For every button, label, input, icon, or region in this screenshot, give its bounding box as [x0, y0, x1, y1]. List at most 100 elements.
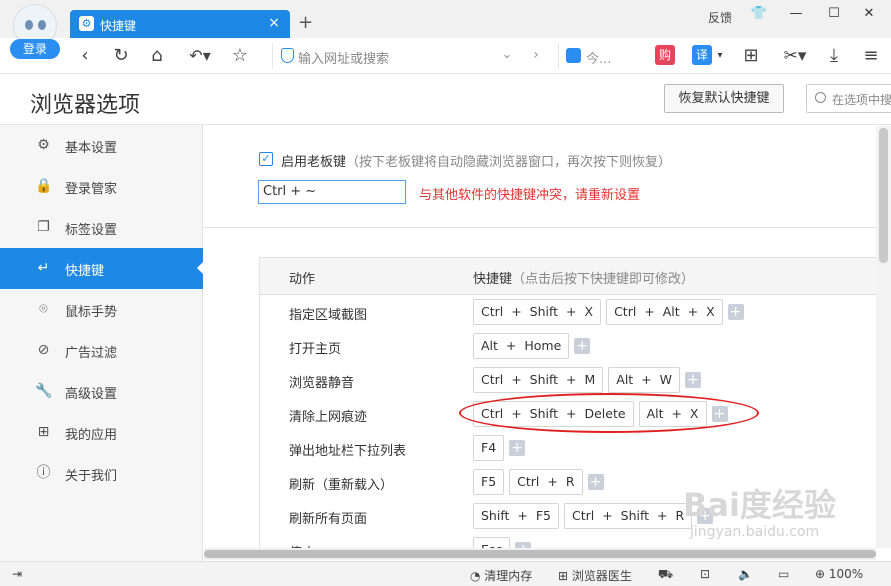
maximize-icon[interactable]: ☐ [822, 6, 846, 26]
download-icon[interactable]: ⤓ [823, 44, 845, 68]
sidebar: ⚙ 基本设置 🔒 登录管家 ❐ 标签设置 ↵ 快捷键 ⌾ 鼠标手势 ⊘ 广告过滤 🔧 高级设置… [0, 125, 204, 561]
chevron-down-icon[interactable]: ⌄ [499, 43, 515, 67]
sidebar-item-tabs[interactable]: ❐ 标签设置 [0, 207, 203, 248]
taskbar-icon[interactable]: ⛟ [658, 567, 673, 583]
action-label: 刷新所有页面 [289, 512, 368, 527]
zoom-icon: ⊕ [815, 567, 829, 581]
address-bar[interactable]: 输入网址或搜索 ⌄ › [272, 43, 552, 69]
undo-icon[interactable]: ↶▾ [184, 44, 216, 68]
page-title: 浏览器选项 [30, 93, 141, 118]
shortcut-key[interactable]: F4 [473, 435, 505, 461]
vertical-scrollbar[interactable] [876, 126, 891, 548]
add-shortcut-icon[interactable]: + [509, 440, 526, 456]
shortcut-key[interactable]: Ctrl + Shift + R [563, 503, 693, 529]
sidebar-item-adblock[interactable]: ⊘ 广告过滤 [0, 330, 203, 371]
close-window-icon[interactable]: ✕ [857, 6, 881, 26]
action-label: 指定区域截图 [289, 308, 368, 323]
menu-icon[interactable]: ≡ [860, 44, 882, 68]
shortcut-key[interactable]: F5 [473, 469, 505, 495]
new-tab-button[interactable]: + [298, 12, 313, 33]
shortcut-key[interactable]: Alt + Home [473, 333, 570, 359]
refresh-icon[interactable]: ↻ [110, 44, 132, 68]
sidebar-item-login[interactable]: 🔒 登录管家 [0, 166, 203, 207]
apps-icon: ⊞ [37, 424, 50, 440]
status-bar: ⇥ ◔ 清理内存 ⊞ 浏览器医生 ⛟ ⊡ 🔈 ▭ ⊕ 100% [0, 561, 891, 586]
minimize-icon[interactable]: — [784, 6, 808, 26]
add-shortcut-icon[interactable]: + [587, 474, 604, 490]
shortcut-key[interactable]: Esc [473, 537, 511, 548]
home-icon[interactable]: ⌂ [146, 44, 168, 68]
login-button[interactable]: 登录 [10, 39, 60, 59]
tab-close-icon[interactable]: × [268, 15, 280, 31]
shortcut-key[interactable]: Ctrl + Alt + X [606, 299, 723, 325]
translate-dropdown-icon[interactable]: ▾ [714, 44, 726, 68]
feedback-link[interactable]: 反馈 [708, 9, 732, 26]
back-icon[interactable]: ‹ [75, 44, 95, 68]
conflict-warning: 与其他软件的快捷键冲突，请重新设置 [419, 188, 641, 203]
scrollbar-thumb[interactable] [204, 550, 876, 558]
watermark-logo: Bai度经验 [683, 486, 836, 524]
toolbar: ‹ ↻ ⌂ ↶▾ ☆ 输入网址或搜索 ⌄ › 今... 购 译 ▾ ⊞ ✂▾ ⤓… [0, 38, 891, 74]
sidebar-item-shortcuts[interactable]: ↵ 快捷键 [0, 248, 204, 289]
sidebar-item-label: 基本设置 [65, 141, 118, 156]
favorite-star-icon[interactable]: ☆ [229, 44, 251, 68]
boss-key-input[interactable]: Ctrl + ~ [258, 180, 406, 204]
translate-icon[interactable]: 译 [692, 45, 712, 65]
search-box[interactable]: 今... [558, 43, 636, 69]
shortcut-key[interactable]: Shift + F5 [473, 503, 559, 529]
shortcut-key[interactable]: Alt + W [608, 367, 680, 393]
sidebar-item-label: 广告过滤 [65, 346, 118, 361]
sidebar-item-label: 高级设置 [65, 387, 118, 402]
key-group: Ctrl + Shift + M Alt + W + [473, 367, 701, 393]
sidebar-item-basic[interactable]: ⚙ 基本设置 [0, 125, 203, 166]
horizontal-scrollbar[interactable] [204, 548, 876, 560]
browser-logo[interactable]: 登录 [10, 4, 60, 59]
sidebar-item-mouse[interactable]: ⌾ 鼠标手势 [0, 289, 203, 330]
search-engine-icon [566, 48, 581, 63]
key-group: Shift + F5 Ctrl + Shift + R + [473, 503, 714, 529]
table-row: 打开主页 Alt + Home + [260, 330, 876, 364]
address-placeholder: 输入网址或搜索 [298, 52, 390, 67]
window-icon[interactable]: ▭ [778, 567, 789, 581]
sidebar-item-advanced[interactable]: 🔧 高级设置 [0, 371, 203, 412]
sidebar-toggle-icon[interactable]: ⇥ [12, 567, 22, 581]
add-shortcut-icon[interactable]: + [727, 304, 744, 320]
options-search-input[interactable]: 在选项中搜 [806, 84, 891, 113]
volume-icon[interactable]: 🔈 [738, 567, 753, 581]
shortcut-key[interactable]: Ctrl + Shift + X [473, 299, 602, 325]
forward-icon[interactable]: › [528, 43, 544, 67]
block-icon: ⊘ [37, 342, 50, 358]
apps-grid-icon[interactable]: ⊞ [740, 44, 762, 68]
column-shortcut-label: 快捷键 [473, 272, 513, 287]
restore-defaults-button[interactable]: 恢复默认快捷键 [664, 84, 784, 113]
table-row: 指定区域截图 Ctrl + Shift + X Ctrl + Alt + X + [260, 296, 876, 330]
sidebar-item-about[interactable]: ⓘ 关于我们 [0, 453, 203, 494]
column-shortcut-hint: （点击后按下快捷键即可修改） [512, 272, 695, 287]
add-shortcut-icon[interactable]: + [685, 372, 701, 388]
zoom-control[interactable]: ⊕ 100% [815, 567, 863, 581]
scissors-icon[interactable]: ✂▾ [778, 44, 812, 68]
sidebar-item-label: 登录管家 [65, 182, 118, 197]
key-group: Esc+ [473, 537, 532, 548]
boss-key-checkbox[interactable]: ✓ [259, 152, 273, 166]
doctor-label: 浏览器医生 [571, 569, 632, 583]
action-label: 浏览器静音 [289, 376, 355, 391]
clean-memory-button[interactable]: ◔ 清理内存 [470, 567, 532, 584]
info-icon: ⓘ [36, 465, 51, 481]
tab-title: 快捷键 [100, 19, 137, 33]
skin-icon[interactable]: 👕 [747, 6, 771, 26]
search-icon [815, 92, 826, 103]
tab-shortcuts[interactable]: ⚙ 快捷键 × [70, 10, 290, 38]
shortcut-key[interactable]: Ctrl + R [509, 469, 583, 495]
table-header: 动作 快捷键（点击后按下快捷键即可修改） [260, 258, 876, 295]
shortcut-key[interactable]: Ctrl + Shift + M [473, 367, 604, 393]
key-group: Alt + Home + [473, 333, 591, 359]
game-icon[interactable]: ⊡ [700, 567, 710, 581]
scrollbar-thumb[interactable] [879, 128, 888, 263]
sidebar-item-apps[interactable]: ⊞ 我的应用 [0, 412, 203, 453]
sidebar-item-label: 鼠标手势 [65, 305, 118, 320]
doctor-button[interactable]: ⊞ 浏览器医生 [558, 567, 632, 584]
action-label: 打开主页 [289, 342, 342, 357]
shopping-icon[interactable]: 购 [655, 45, 675, 65]
add-shortcut-icon[interactable]: + [574, 338, 591, 354]
